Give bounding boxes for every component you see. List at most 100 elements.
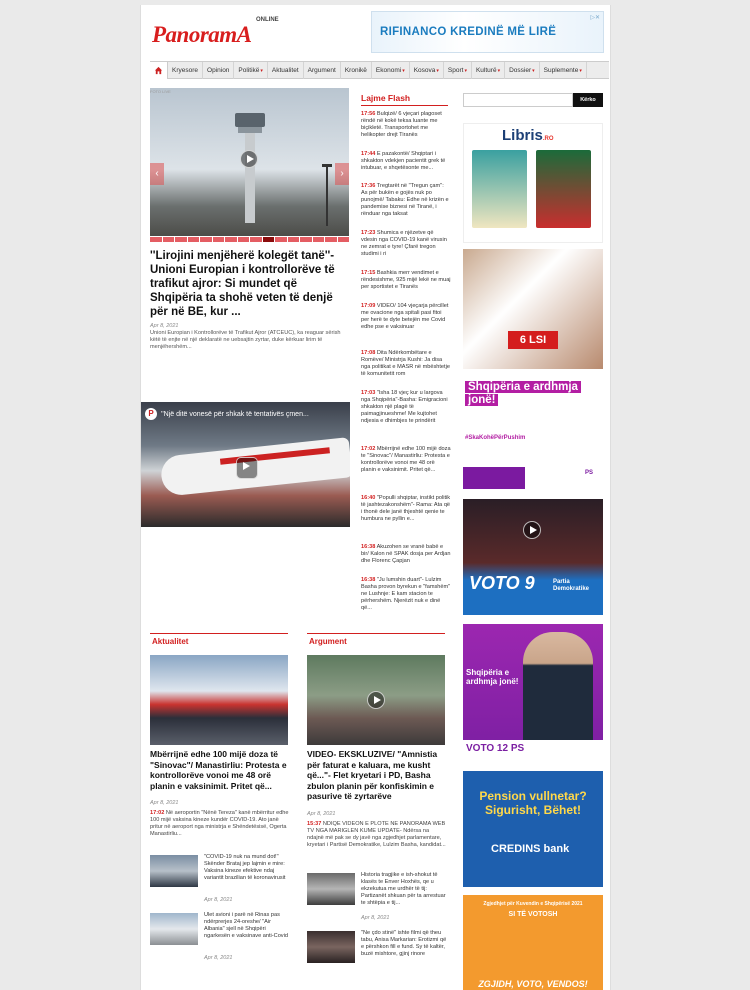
flash-text: Akuzohen se vranë babë e bir/ Kalon në S… [361,544,451,564]
ad-pd-vote: VOTO 9 [469,573,535,593]
slider-dot[interactable] [212,237,224,242]
slider-dot[interactable] [325,237,337,242]
nav-item-dossier[interactable]: Dossier [505,61,540,79]
nav-item-aktualitet[interactable]: Aktualitet [268,61,304,79]
aktualitet-text: 17:02 Në aeroportin "Nënë Tereza" kanë m… [150,810,290,838]
featured-slider[interactable]: FOTO LIVE ‹ › [150,88,349,236]
slider-dot[interactable] [287,237,299,242]
flash-item[interactable]: 17:44 E pazakontë/ Shqiptari i shkakton … [361,151,451,172]
flash-time: 17:09 [361,303,376,309]
nav-item-ekonomi[interactable]: Ekonomi [372,61,410,79]
aktualitet-time: 17:02 [150,810,165,816]
nav-item-sport[interactable]: Sport [444,61,472,79]
nav-item-kulture[interactable]: Kulturë [472,61,506,79]
flash-item[interactable]: 16:38 Akuzohen se vranë babë e bir/ Kalo… [361,544,451,565]
slider-dot[interactable] [225,237,237,242]
argument-headline[interactable]: VIDEO- EKSKLUZIVE/ "Amnistia për faturat… [307,749,447,802]
flash-time: 16:40 [361,495,376,501]
slider-next-arrow[interactable]: › [335,163,349,185]
top-banner-ad[interactable]: RIFINANCO KREDINË MË LIRË ▷✕ [371,11,604,53]
flash-time: 17:56 [361,111,376,117]
aktualitet-headline[interactable]: Mbërrijnë edhe 100 mijë doza të "Sinovac… [150,749,290,791]
nav-item-kryesore[interactable]: Kryesore [168,61,204,79]
page: PanoramA ONLINE RIFINANCO KREDINË MË LIR… [140,5,611,990]
flash-item[interactable]: 17:56 Bulqizë/ 6 vjeçari plagoset rëndë … [361,111,451,139]
aktualitet-item[interactable]: "COVID-19 nuk na mund dot!" Skënder Brat… [204,854,290,882]
ad-lsi-text: 6 LSI [508,331,558,349]
ad-libris-tld: .RO [542,136,554,142]
flash-time: 16:38 [361,544,376,550]
flash-time: 17:15 [361,270,376,276]
argument-time: 15:37 [307,821,322,827]
section-title-argument[interactable]: Argument [309,637,347,646]
search-input[interactable] [463,93,573,107]
argument-item[interactable]: "Ne çdo stinë" ishte filmi që theu tabu,… [361,930,447,958]
slider-dot-active[interactable] [262,237,274,242]
nav-item-kronike[interactable]: Kronikë [341,61,372,79]
flash-item[interactable]: 17:36 Tregtarët në "Tregun çam": As për … [361,183,451,218]
flash-item[interactable]: 17:23 Shumica e njëzetve që vdesin nga C… [361,230,451,258]
slider-dot[interactable] [275,237,287,242]
flash-item[interactable]: 16:38 "Ju lumshin duart"- Lulzim Basha p… [361,577,451,612]
sidebar-ad-lsi[interactable]: 6 LSI [463,249,603,369]
nav-item-suplemente[interactable]: Suplemente [540,61,587,79]
flash-item[interactable]: 17:15 Bashkia merr vendimet e rëndesishm… [361,270,451,291]
featured-headline[interactable]: ''Lirojini menjëherë kolegët tanë''- Uni… [150,249,349,319]
argument-text: 15:37 NDIQE VIDEON E PLOTE NE PANORAMA W… [307,821,447,849]
flash-item[interactable]: 17:03 "Isha 18 vjeç kur u largova nga Sh… [361,390,451,425]
ad-libris-brand: Libris.RO [502,127,554,144]
slider-dot[interactable] [250,237,262,242]
nav-item-kosova[interactable]: Kosova [410,61,444,79]
ad-ps-hashtag: #SkaKohëPërPushim [465,435,526,441]
nav-item-politike[interactable]: Politikë [234,61,268,79]
aktualitet-item[interactable]: Ulet avioni i parë në Rinas pas ndërprer… [204,912,290,940]
ad-ps-logo: PS [584,470,593,476]
sidebar-ad-kqz[interactable]: Zgjedhjet për Kuvendin e Shqipërisë 2021… [463,895,603,990]
slider-prev-arrow[interactable]: ‹ [150,163,164,185]
slider-dot[interactable] [200,237,212,242]
flash-item[interactable]: 17:09 VIDEO/ 104 vjeçarja përcillet me o… [361,303,451,331]
sidebar-ad-credins[interactable]: Pension vullnetar? Sigurisht, Bëhet! CRE… [463,771,603,887]
video-player[interactable]: P ''Një ditë vonesë për shkak të tentati… [141,402,350,527]
nav-item-opinion[interactable]: Opinion [203,61,235,79]
slider-dot[interactable] [162,237,174,242]
video-title[interactable]: ''Një ditë vonesë për shkak të tentativë… [161,411,309,418]
aktualitet-thumb[interactable] [150,913,198,945]
argument-item[interactable]: Historia tragjike e ish-shokut të klasës… [361,872,447,907]
play-icon[interactable] [236,457,258,479]
flash-item[interactable]: 17:08 Dita Ndërkombëtare e Romëve/ Minis… [361,350,451,378]
top-banner-text: RIFINANCO KREDINË MË LIRË [380,26,557,38]
slider-dot[interactable] [187,237,199,242]
sidebar-ad-ps-candidate[interactable]: Shqipëria e ardhmja jonë! VOTO 12 PS [463,624,603,757]
slider-dot[interactable] [312,237,324,242]
nav-home-button[interactable] [150,61,168,79]
play-icon[interactable] [240,150,258,168]
argument-thumb[interactable] [307,931,355,963]
sidebar-ad-libris[interactable]: Libris.RO [463,123,603,243]
play-icon[interactable] [523,521,541,539]
section-title-aktualitet[interactable]: Aktualitet [152,637,188,646]
argument-main-image[interactable] [307,655,445,745]
flash-text: Dita Ndërkombëtare e Romëve/ Ministrja K… [361,350,450,377]
search-button[interactable]: Kërko [573,93,603,107]
slider-dot[interactable] [300,237,312,242]
aktualitet-item-date: Apr 8, 2021 [204,897,233,903]
site-logo[interactable]: PanoramA ONLINE [152,17,292,47]
flash-divider [361,105,448,106]
aktualitet-main-image[interactable] [150,655,288,745]
slider-dot[interactable] [237,237,249,242]
argument-thumb[interactable] [307,873,355,905]
play-icon[interactable] [367,691,385,709]
ad-close-icon[interactable]: ▷✕ [590,14,600,21]
flash-item[interactable]: 16:40 "Populli shqiptar, instikt politik… [361,495,451,523]
aktualitet-thumb[interactable] [150,855,198,887]
sidebar-ad-ps[interactable]: Shqipëria e ardhmja jonë! #SkaKohëPërPus… [463,375,603,493]
slider-pagination [150,237,349,242]
ad-ps-title-text: Shqipëria e ardhmja jonë! [465,381,581,406]
flash-item[interactable]: 17:02 Mbërrijnë edhe 100 mijë doza te "S… [361,446,451,474]
slider-dot[interactable] [175,237,187,242]
sidebar-ad-pd[interactable]: VOTO 9 Partia Demokratike [463,499,603,615]
slider-dot[interactable] [150,237,162,242]
nav-item-argument[interactable]: Argument [304,61,341,79]
slider-dot[interactable] [337,237,349,242]
